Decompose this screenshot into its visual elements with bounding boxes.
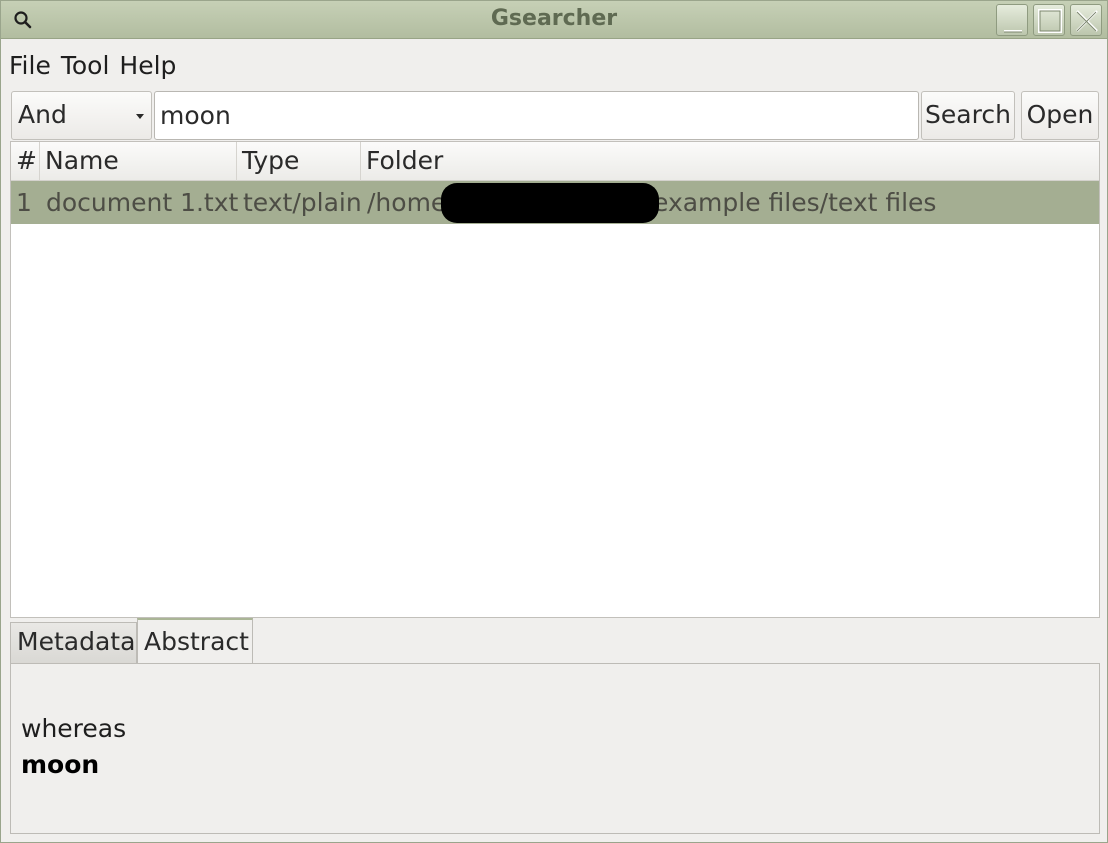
column-header-name[interactable]: Name — [40, 142, 237, 181]
row-folder-suffix: example files/text files — [653, 188, 937, 217]
column-header-folder[interactable]: Folder — [361, 142, 1099, 181]
column-header-index[interactable]: # — [11, 142, 40, 181]
maximize-button[interactable] — [1033, 4, 1065, 36]
abstract-text-line: whereas — [21, 714, 127, 743]
chevron-down-icon — [136, 114, 144, 119]
table-header: # Name Type Folder — [11, 142, 1099, 181]
results-table[interactable]: # Name Type Folder 1 document 1.txt text… — [10, 141, 1100, 618]
row-folder-prefix: /home — [367, 188, 447, 217]
row-index: 1 — [16, 188, 32, 217]
close-button[interactable] — [1070, 4, 1102, 36]
column-header-type[interactable]: Type — [237, 142, 361, 181]
open-button[interactable]: Open — [1021, 91, 1099, 140]
row-type: text/plain — [243, 188, 362, 217]
tab-abstract[interactable]: Abstract — [137, 618, 253, 664]
operator-selected-value: And — [18, 100, 67, 129]
menu-help[interactable]: Help — [119, 51, 176, 85]
table-row[interactable]: 1 document 1.txt text/plain /home exampl… — [11, 181, 1099, 224]
window-title: Gsearcher — [490, 6, 618, 31]
tab-metadata[interactable]: Metadata — [10, 622, 137, 664]
maximize-icon — [1038, 9, 1062, 33]
minimize-button[interactable] — [996, 4, 1028, 36]
app-window: Gsearcher File Tool Help And moon Search… — [0, 0, 1108, 843]
abstract-panel: whereas moon — [10, 663, 1100, 834]
minimize-icon — [1004, 30, 1022, 33]
abstract-highlighted-term: moon — [21, 750, 100, 779]
menu-bar: File Tool Help — [9, 51, 176, 85]
menu-file[interactable]: File — [9, 51, 51, 85]
row-name: document 1.txt — [46, 188, 239, 217]
search-input[interactable] — [154, 91, 919, 140]
close-icon — [1076, 10, 1098, 32]
search-button[interactable]: Search — [921, 91, 1015, 140]
title-bar[interactable]: Gsearcher — [1, 1, 1107, 39]
menu-tool[interactable]: Tool — [61, 51, 110, 85]
operator-select[interactable]: And — [11, 91, 152, 140]
redaction-mark — [441, 183, 659, 223]
